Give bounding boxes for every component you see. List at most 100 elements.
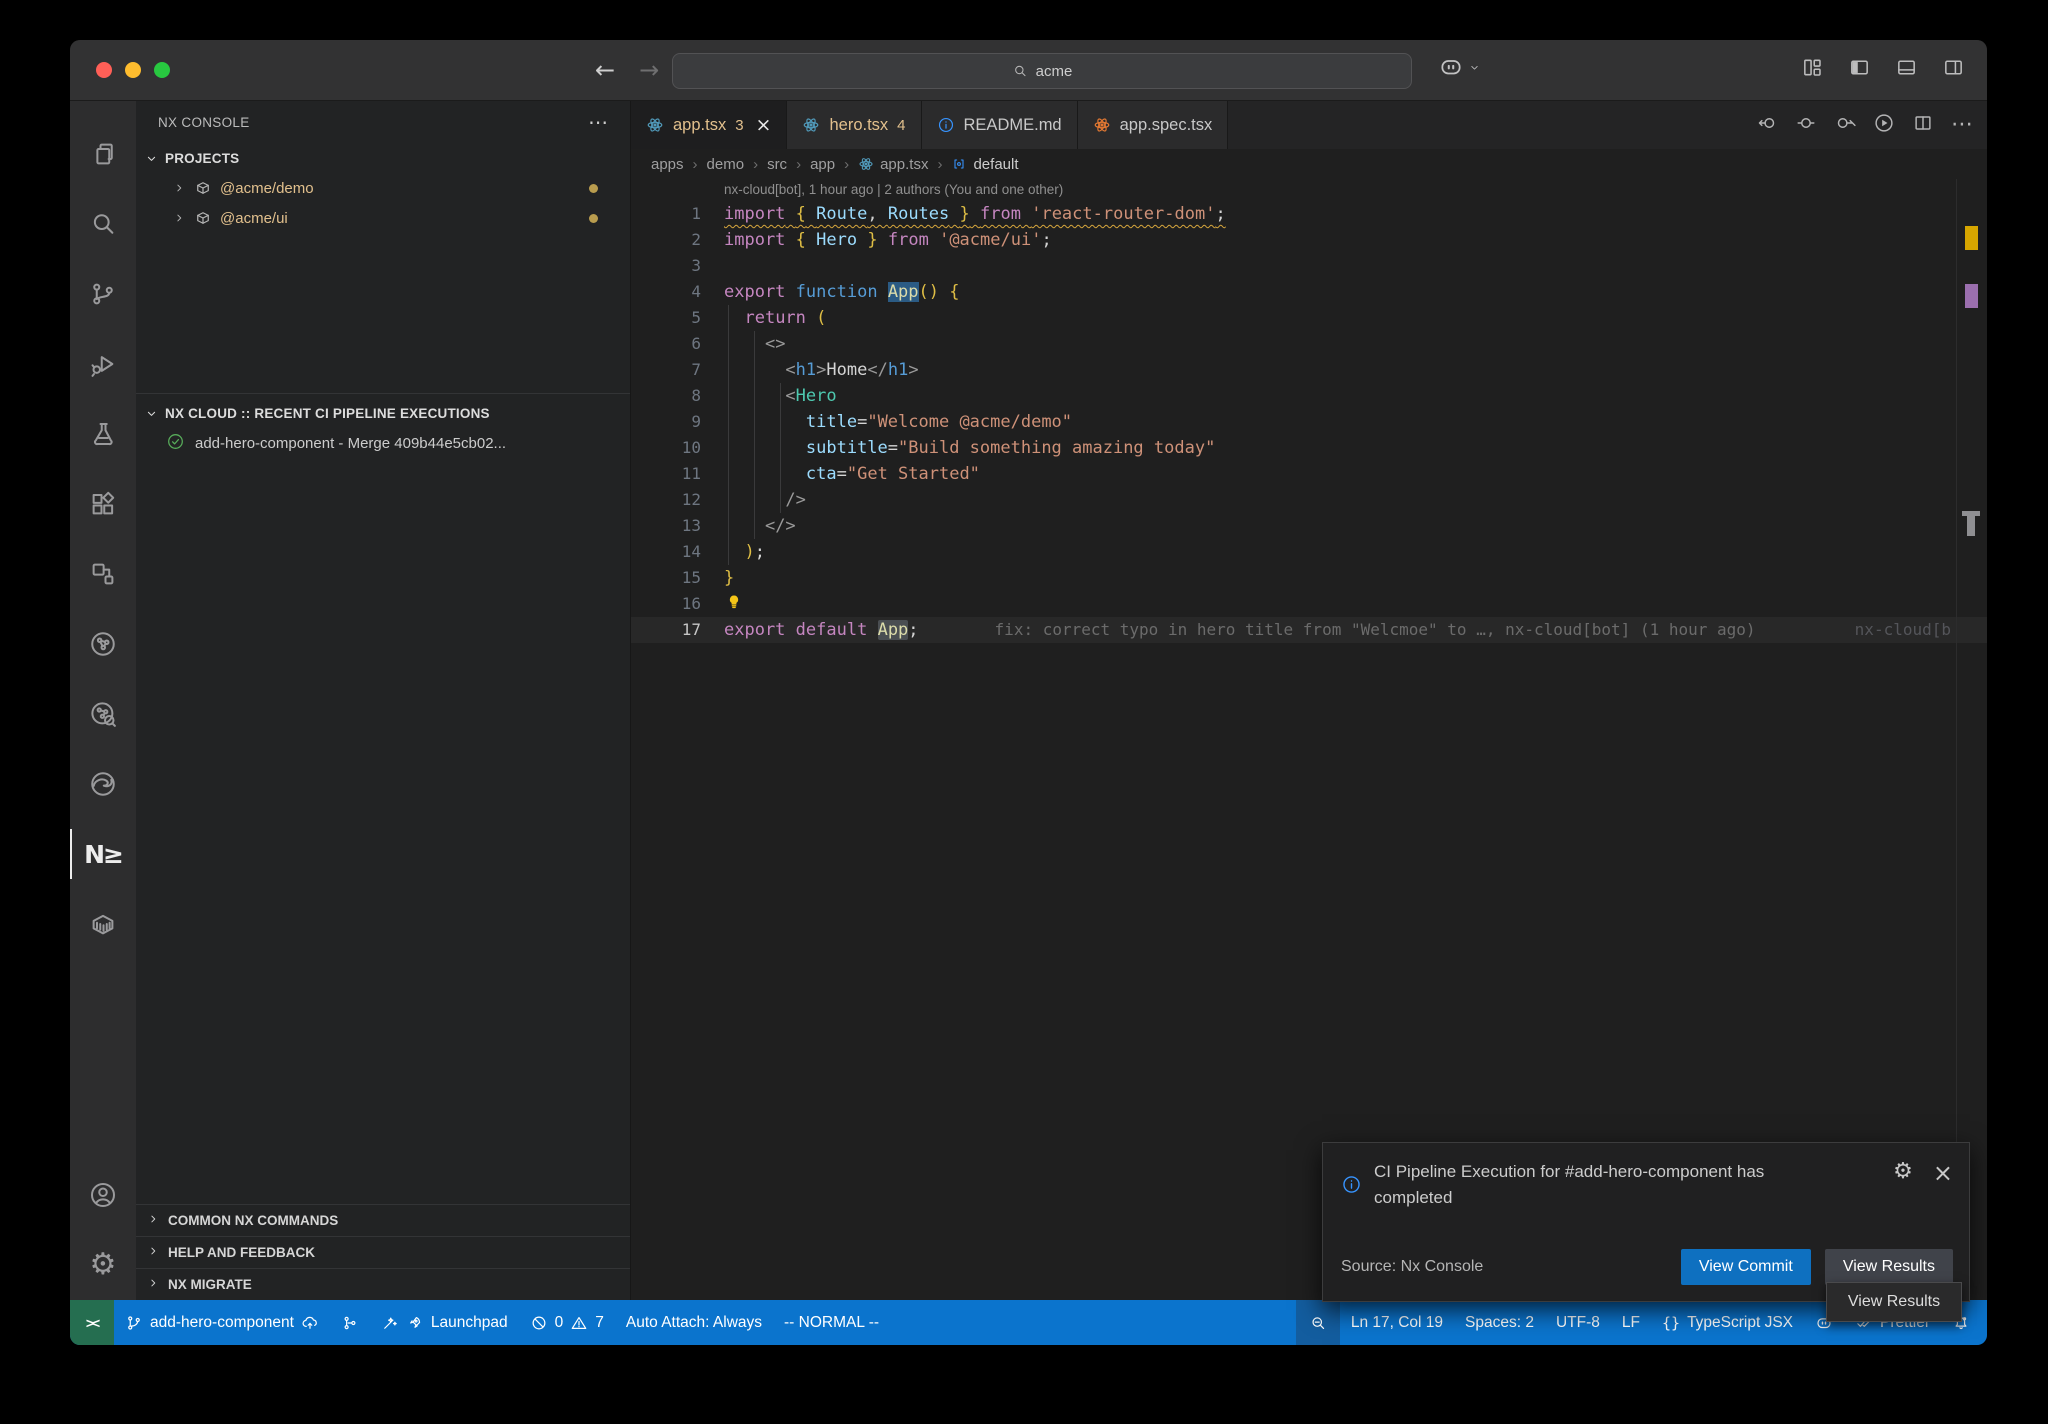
remote-indicator[interactable]: >< — [70, 1300, 114, 1345]
pipelines-section-header[interactable]: NX CLOUD :: RECENT CI PIPELINE EXECUTION… — [136, 398, 630, 428]
nav-forward-icon[interactable]: → — [639, 58, 659, 82]
view-results-button[interactable]: View Results — [1825, 1249, 1953, 1285]
code-token: /> — [785, 490, 805, 510]
eol-sequence[interactable]: LF — [1611, 1300, 1651, 1345]
toggle-primary-sidebar-icon[interactable] — [1848, 56, 1871, 84]
code-line-2[interactable]: 2import { Hero } from '@acme/ui'; — [631, 227, 1987, 253]
view-commit-button[interactable]: View Commit — [1681, 1249, 1811, 1285]
notification-toast: CI Pipeline Execution for #add-hero-comp… — [1322, 1142, 1970, 1302]
activity-testing[interactable] — [70, 399, 136, 469]
section-help-and-feedback[interactable]: HELP AND FEEDBACK — [136, 1236, 630, 1268]
activity-run-and-debug[interactable] — [70, 329, 136, 399]
code-line-11[interactable]: 11 cta="Get Started" — [631, 461, 1987, 487]
nav-location-icon[interactable] — [1795, 112, 1817, 139]
projects-section-header[interactable]: PROJECTS — [136, 143, 630, 173]
code-line-17[interactable]: 17export default App;fix: correct typo i… — [631, 617, 1987, 643]
code-line-15[interactable]: 15} — [631, 565, 1987, 591]
activity-containers[interactable] — [70, 889, 136, 959]
code-line-12[interactable]: 12 /> — [631, 487, 1987, 513]
line-number: 13 — [631, 513, 701, 539]
tab-README.md[interactable]: README.md — [922, 101, 1078, 149]
breadcrumb-item[interactable]: app.tsx — [858, 156, 928, 173]
cursor-position[interactable]: Ln 17, Col 19 — [1340, 1300, 1454, 1345]
command-center-search[interactable]: acme — [672, 53, 1412, 89]
toggle-panel-icon[interactable] — [1895, 56, 1918, 84]
section-nx-migrate[interactable]: NX MIGRATE — [136, 1268, 630, 1300]
activity-explorer[interactable] — [70, 119, 136, 189]
code-token: ; — [908, 620, 918, 640]
problems-status[interactable]: 07 — [519, 1300, 615, 1345]
breadcrumb-item[interactable]: apps — [651, 156, 684, 173]
breadcrumb-item[interactable]: app — [810, 156, 835, 173]
vim-mode-status[interactable]: -- NORMAL -- — [773, 1300, 890, 1345]
activity-source-control[interactable] — [70, 259, 136, 329]
auto-attach-status[interactable]: Auto Attach: Always — [615, 1300, 773, 1345]
close-icon[interactable]: × — [1933, 1161, 1953, 1185]
activity-references[interactable] — [70, 539, 136, 609]
code-line-4[interactable]: 4export function App() { — [631, 279, 1987, 305]
layout-icon — [1801, 56, 1824, 79]
language-mode[interactable]: {}TypeScript JSX — [1651, 1300, 1804, 1345]
split-editor-icon[interactable] — [1912, 112, 1934, 139]
copilot-menu[interactable] — [1438, 54, 1481, 80]
code-line-8[interactable]: 8 <Hero — [631, 383, 1987, 409]
toggle-secondary-sidebar-icon[interactable] — [1942, 56, 1965, 84]
breadcrumb-item[interactable]: src — [767, 156, 787, 173]
code-line-14[interactable]: 14 ); — [631, 539, 1987, 565]
code-line-7[interactable]: 7 <h1>Home</h1> — [631, 357, 1987, 383]
project-item[interactable]: @acme/demo — [136, 173, 630, 203]
section-common-nx-commands[interactable]: COMMON NX COMMANDS — [136, 1204, 630, 1236]
code-line-13[interactable]: 13 </> — [631, 513, 1987, 539]
project-item[interactable]: @acme/ui — [136, 203, 630, 233]
breadcrumb-item[interactable]: demo — [707, 156, 745, 173]
gear-icon[interactable]: ⚙ — [1893, 1161, 1913, 1183]
code-token — [785, 620, 795, 640]
git-branch-status[interactable]: add-hero-component — [114, 1300, 330, 1345]
breadcrumb-separator: › — [693, 156, 698, 173]
nav-forward-circle-icon[interactable] — [1834, 112, 1856, 139]
code-line-3[interactable]: 3 — [631, 253, 1987, 279]
overview-ruler[interactable] — [1956, 179, 1987, 1300]
zoom-window-button[interactable] — [154, 62, 170, 78]
code-area[interactable]: nx-cloud[bot], 1 hour ago | 2 authors (Y… — [631, 179, 1987, 1300]
nav-back-circle-icon[interactable] — [1756, 112, 1778, 139]
more-actions-icon[interactable]: ⋯ — [1951, 114, 1973, 136]
activity-nx-console[interactable]: N≥ — [70, 819, 136, 889]
minimize-window-button[interactable] — [125, 62, 141, 78]
code-line-6[interactable]: 6 <> — [631, 331, 1987, 357]
activity-graph[interactable] — [70, 609, 136, 679]
line-content: ); — [701, 539, 765, 565]
indentation[interactable]: Spaces: 2 — [1454, 1300, 1545, 1345]
activity-browser-preview[interactable] — [70, 749, 136, 819]
activity-search[interactable] — [70, 189, 136, 259]
code-line-16[interactable]: 16 — [631, 591, 1987, 617]
container-icon — [88, 909, 118, 939]
run-file-icon[interactable] — [1873, 112, 1895, 139]
breadcrumb-item[interactable]: default — [951, 156, 1018, 173]
encoding[interactable]: UTF-8 — [1545, 1300, 1611, 1345]
tab-app.tsx[interactable]: app.tsx3× — [631, 101, 787, 149]
close-icon[interactable]: × — [756, 114, 772, 136]
code-line-1[interactable]: 1import { Route, Routes } from 'react-ro… — [631, 201, 1987, 227]
code-line-5[interactable]: 5 return ( — [631, 305, 1987, 331]
activity-manage-settings[interactable]: ⚙ — [70, 1230, 136, 1300]
tab-hero.tsx[interactable]: hero.tsx4 — [787, 101, 921, 149]
notification-controls: ⚙ × — [1893, 1159, 1953, 1210]
close-window-button[interactable] — [96, 62, 112, 78]
nav-back-icon[interactable]: ← — [595, 58, 615, 82]
code-line-10[interactable]: 10 subtitle="Build something amazing tod… — [631, 435, 1987, 461]
lightbulb-icon[interactable] — [724, 592, 744, 612]
more-actions-icon[interactable]: ⋯ — [588, 112, 608, 132]
zoom-indicator[interactable] — [1296, 1300, 1340, 1345]
command-center-value: acme — [1036, 63, 1073, 80]
launchpad-status[interactable]: Launchpad — [370, 1300, 519, 1345]
pipeline-item[interactable]: add-hero-component - Merge 409b44e5cb02.… — [136, 428, 630, 458]
customize-layout-icon[interactable] — [1801, 56, 1824, 84]
activity-graph-search[interactable] — [70, 679, 136, 749]
activity-extensions[interactable] — [70, 469, 136, 539]
git-graph-status[interactable] — [330, 1300, 370, 1345]
activity-accounts[interactable] — [70, 1160, 136, 1230]
tab-app.spec.tsx[interactable]: app.spec.tsx — [1078, 101, 1229, 149]
codelens-annotation[interactable]: nx-cloud[bot], 1 hour ago | 2 authors (Y… — [631, 179, 1987, 201]
code-line-9[interactable]: 9 title="Welcome @acme/demo" — [631, 409, 1987, 435]
